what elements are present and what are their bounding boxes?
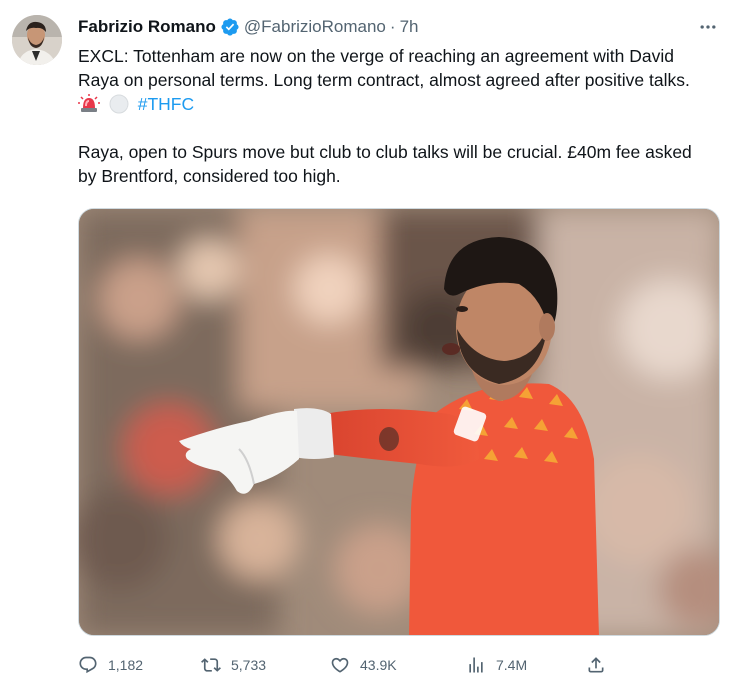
- author-handle[interactable]: @FabrizioRomano: [244, 17, 386, 37]
- tweet-paragraph-1: EXCL: Tottenham are now on the verge of …: [78, 46, 690, 90]
- hashtag-link[interactable]: #THFC: [138, 94, 194, 114]
- verified-badge-icon: [221, 18, 239, 36]
- like-icon: [331, 657, 349, 673]
- separator-dot: ·: [389, 17, 396, 36]
- share-icon: [588, 657, 604, 673]
- tweet[interactable]: Fabrizio Romano @FabrizioRomano · 7h EXC…: [0, 0, 731, 687]
- reply-count: 1,182: [108, 657, 144, 673]
- reply-icon: [79, 656, 97, 674]
- more-icon[interactable]: [697, 16, 719, 38]
- author-name[interactable]: Fabrizio Romano: [78, 17, 216, 37]
- action-bar: 1,182 5,733 43.9K 7.4M: [78, 650, 638, 680]
- like-button[interactable]: 43.9K: [330, 650, 397, 680]
- retweet-button[interactable]: 5,733: [201, 650, 266, 680]
- tweet-text: EXCL: Tottenham are now on the verge of …: [78, 44, 708, 188]
- tweet-paragraph-2: Raya, open to Spurs move but club to clu…: [78, 142, 692, 186]
- views-icon: [469, 657, 483, 673]
- views-count: 7.4M: [496, 657, 528, 673]
- tweet-photo[interactable]: [78, 208, 720, 636]
- reply-button[interactable]: 1,182: [78, 650, 143, 680]
- share-button[interactable]: [586, 650, 616, 680]
- siren-emoji: [78, 94, 100, 112]
- views-button[interactable]: 7.4M: [466, 650, 527, 680]
- like-count: 43.9K: [360, 657, 397, 673]
- goalkeeper-photo: [79, 209, 719, 635]
- timestamp[interactable]: 7h: [400, 17, 419, 37]
- white-circle-emoji: [109, 94, 129, 114]
- avatar[interactable]: [12, 15, 62, 65]
- retweet-count: 5,733: [231, 657, 267, 673]
- retweet-icon: [201, 658, 221, 672]
